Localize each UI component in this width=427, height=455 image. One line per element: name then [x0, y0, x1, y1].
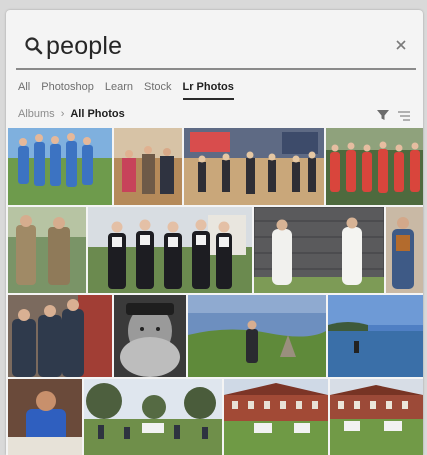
- filter-icon[interactable]: [376, 108, 390, 122]
- search-input[interactable]: [46, 28, 376, 64]
- photo-thumbnail[interactable]: [330, 379, 423, 455]
- photo-thumbnail[interactable]: [184, 128, 324, 205]
- photo-thumbnail[interactable]: [386, 207, 423, 293]
- photo-thumbnail[interactable]: [224, 379, 328, 455]
- breadcrumb-current: All Photos: [70, 108, 125, 120]
- photo-thumbnail[interactable]: [188, 295, 326, 377]
- tab-all[interactable]: All: [18, 76, 30, 100]
- tab-stock[interactable]: Stock: [144, 76, 172, 100]
- photo-thumbnail[interactable]: [114, 295, 186, 377]
- search-scope-tabs: All Photoshop Learn Stock Lr Photos: [18, 76, 234, 102]
- photo-thumbnail[interactable]: [328, 295, 423, 377]
- photo-thumbnail[interactable]: [88, 207, 252, 293]
- photo-thumbnail[interactable]: [326, 128, 423, 205]
- breadcrumb: Albums › All Photos: [18, 108, 125, 120]
- sort-icon[interactable]: [396, 108, 412, 122]
- search-panel: All Photoshop Learn Stock Lr Photos Albu…: [6, 10, 423, 455]
- breadcrumb-separator: ›: [60, 108, 65, 120]
- tab-learn[interactable]: Learn: [105, 76, 133, 100]
- photo-thumbnail[interactable]: [8, 128, 112, 205]
- photo-thumbnail[interactable]: [84, 379, 222, 455]
- tab-lr-photos[interactable]: Lr Photos: [182, 76, 234, 100]
- photo-thumbnail[interactable]: [8, 207, 86, 293]
- breadcrumb-row: Albums › All Photos: [18, 104, 418, 126]
- breadcrumb-albums-link[interactable]: Albums: [18, 108, 55, 120]
- search-bar[interactable]: [16, 22, 416, 70]
- photo-grid: [6, 128, 423, 455]
- photo-thumbnail[interactable]: [8, 379, 82, 455]
- search-icon: [24, 36, 44, 56]
- photo-thumbnail[interactable]: [8, 295, 112, 377]
- tab-photoshop[interactable]: Photoshop: [41, 76, 94, 100]
- close-icon[interactable]: [392, 36, 410, 54]
- photo-thumbnail[interactable]: [114, 128, 182, 205]
- photo-thumbnail[interactable]: [254, 207, 384, 293]
